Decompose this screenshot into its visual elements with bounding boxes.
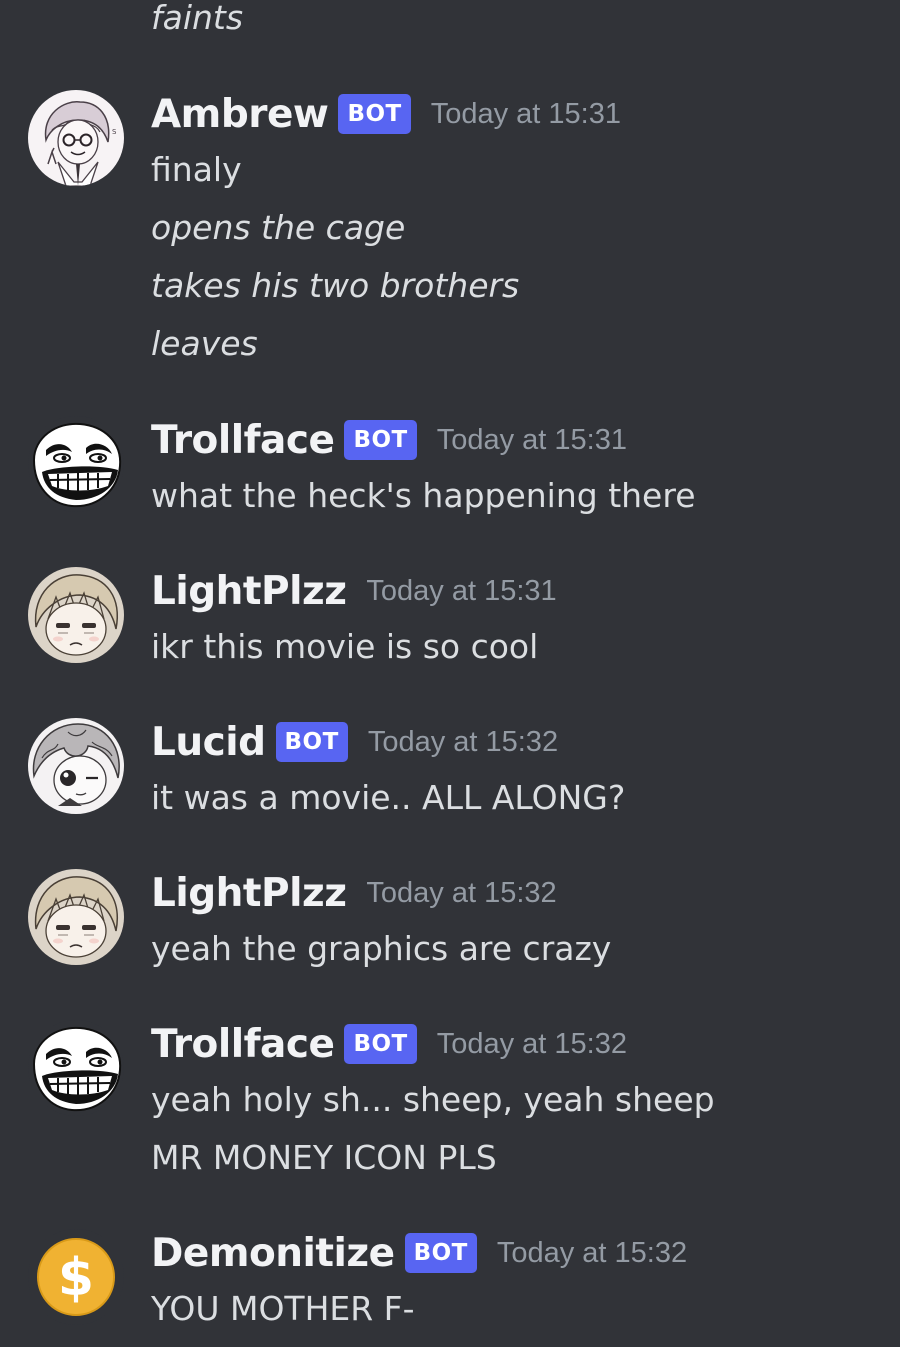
message-header: LightPlzz Today at 15:32 xyxy=(151,871,557,916)
message-header: Trollface BOT Today at 15:31 xyxy=(151,418,627,463)
message-header: Lucid BOT Today at 15:32 xyxy=(151,720,558,765)
timestamp[interactable]: Today at 15:32 xyxy=(497,1237,687,1270)
bot-badge: BOT xyxy=(344,1024,417,1064)
bot-badge: BOT xyxy=(344,420,417,460)
username[interactable]: Lucid xyxy=(151,720,266,765)
message-line: faints xyxy=(151,0,244,37)
message-line: it was a movie.. ALL ALONG? xyxy=(151,778,626,817)
svg-text:S: S xyxy=(112,128,117,136)
username[interactable]: LightPlzz xyxy=(151,871,347,916)
bot-badge: BOT xyxy=(338,94,411,134)
message-line: takes his two brothers xyxy=(151,266,520,305)
timestamp[interactable]: Today at 15:32 xyxy=(437,1028,627,1061)
message-line: YOU MOTHER F- xyxy=(151,1289,415,1328)
message-line: finaly xyxy=(151,150,242,189)
message-header: LightPlzz Today at 15:31 xyxy=(151,569,557,614)
message-header: Trollface BOT Today at 15:32 xyxy=(151,1022,627,1067)
message-line: what the heck's happening there xyxy=(151,476,696,515)
message-line: ikr this movie is so cool xyxy=(151,627,539,666)
username[interactable]: Trollface xyxy=(151,418,335,463)
trollface-icon[interactable] xyxy=(28,416,124,512)
message-line: MR MONEY ICON PLS xyxy=(151,1138,497,1177)
grey-hair-avatar-icon[interactable] xyxy=(28,718,124,814)
timestamp[interactable]: Today at 15:31 xyxy=(437,424,627,457)
bot-badge: BOT xyxy=(404,1233,477,1273)
message-header: Demonitize BOT Today at 15:32 xyxy=(151,1231,687,1276)
timestamp[interactable]: Today at 15:32 xyxy=(366,877,556,910)
username[interactable]: Demonitize xyxy=(151,1231,395,1276)
username[interactable]: Ambrew xyxy=(151,92,329,137)
timestamp[interactable]: Today at 15:31 xyxy=(431,98,621,131)
message-line: yeah holy sh... sheep, yeah sheep xyxy=(151,1080,715,1119)
username[interactable]: LightPlzz xyxy=(151,569,347,614)
bot-badge: BOT xyxy=(275,722,348,762)
message-line: leaves xyxy=(151,324,258,363)
username[interactable]: Trollface xyxy=(151,1022,335,1067)
message-line: yeah the graphics are crazy xyxy=(151,929,612,968)
message-header: Ambrew BOT Today at 15:31 xyxy=(151,92,621,137)
dollar-sign: $ xyxy=(58,1248,94,1308)
anime-boy-avatar-icon[interactable] xyxy=(28,869,124,965)
sketch-avatar-icon[interactable]: S xyxy=(28,90,124,186)
timestamp[interactable]: Today at 15:32 xyxy=(368,726,558,759)
dollar-coin-icon[interactable]: $ xyxy=(28,1229,124,1325)
message-line: opens the cage xyxy=(151,208,406,247)
timestamp[interactable]: Today at 15:31 xyxy=(366,575,556,608)
trollface-icon[interactable] xyxy=(28,1020,124,1116)
anime-boy-avatar-icon[interactable] xyxy=(28,567,124,663)
